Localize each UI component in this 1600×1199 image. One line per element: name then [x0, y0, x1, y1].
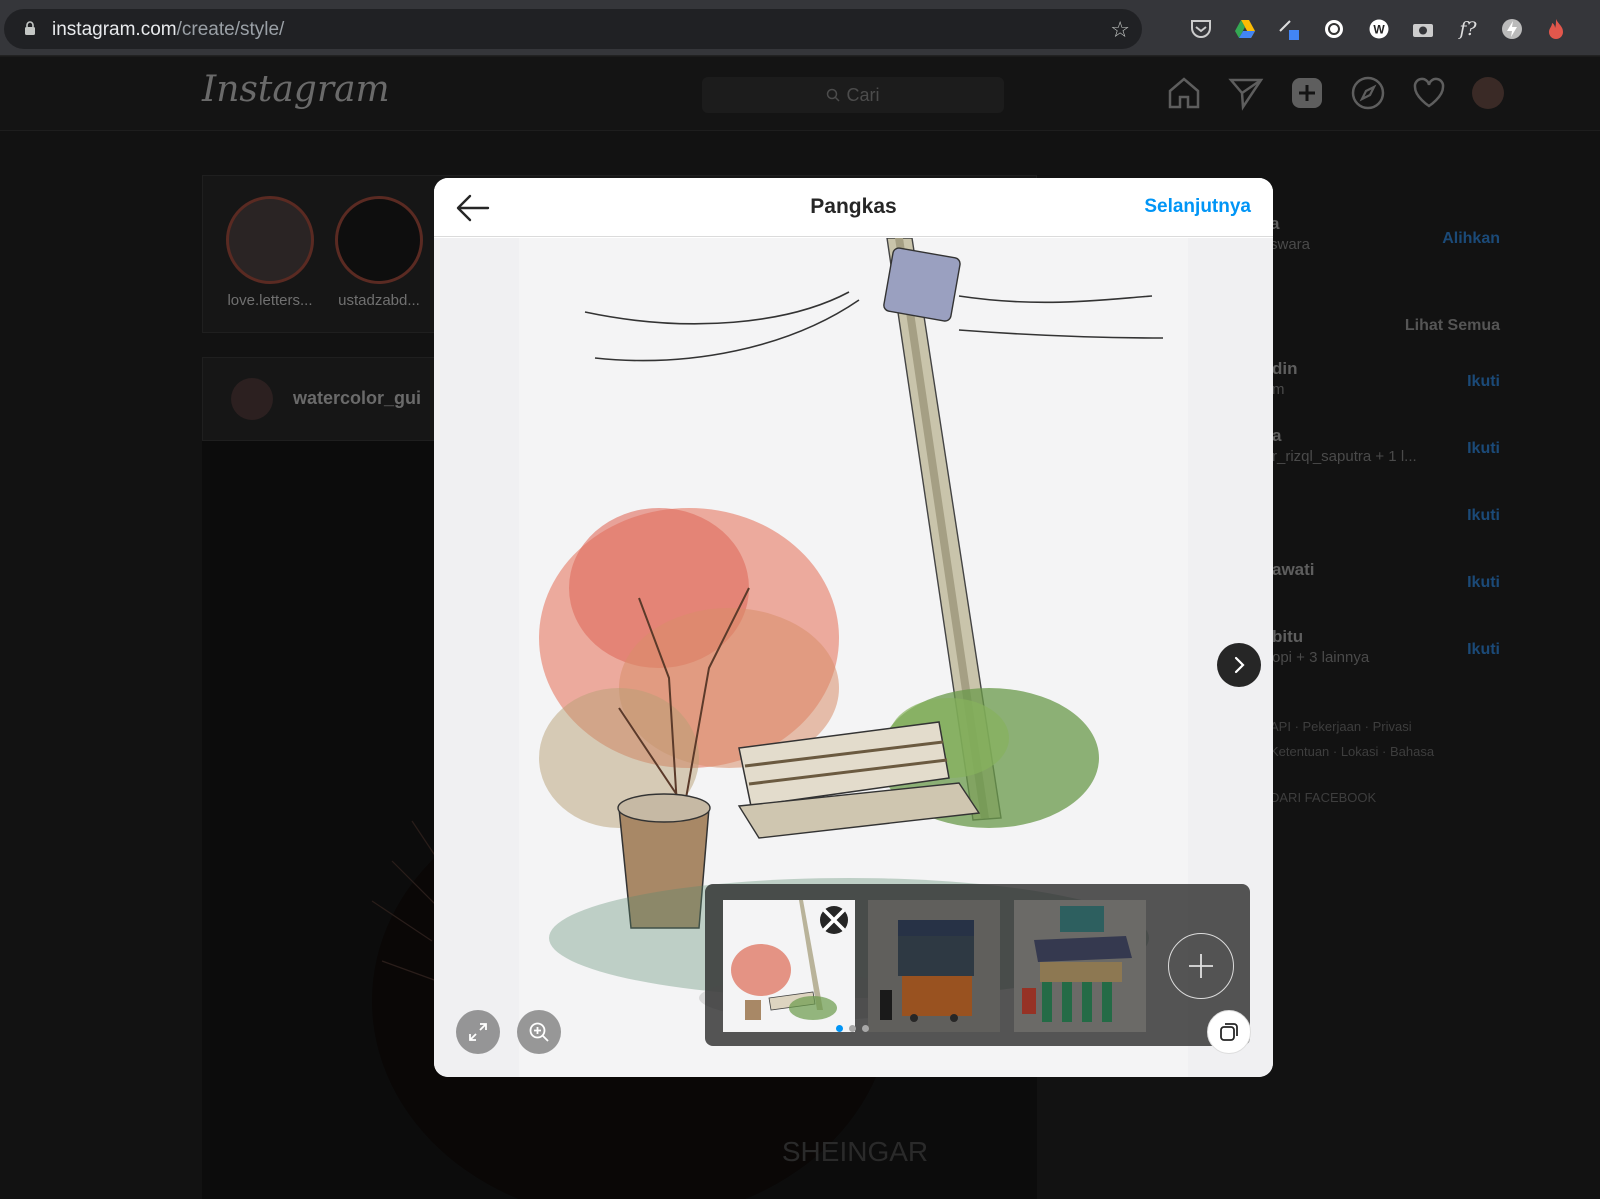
instagram-header: Instagram Cari: [0, 57, 1600, 131]
next-image-button[interactable]: [1217, 643, 1261, 687]
suggestion-sub: m: [1272, 381, 1285, 398]
footer-copyright: DARI FACEBOOK: [1270, 790, 1377, 805]
direct-message-icon[interactable]: [1228, 75, 1264, 111]
footer-links: Ketentuan · Lokasi · Bahasa: [1270, 744, 1435, 759]
lock-icon: [25, 21, 35, 35]
follow-button[interactable]: Ikuti: [1467, 641, 1500, 659]
story-avatar: [226, 196, 314, 284]
post-avatar[interactable]: [231, 378, 273, 420]
expand-icon: [469, 1023, 487, 1041]
story-item[interactable]: ustadzabd...: [334, 196, 424, 309]
url-path: /create/style/: [176, 19, 285, 40]
follow-button[interactable]: Ikuti: [1467, 440, 1500, 458]
bookmark-star-icon[interactable]: ☆: [1110, 17, 1130, 43]
close-icon: [822, 908, 846, 932]
slide-dot-active: [836, 1025, 843, 1032]
eyedropper-icon[interactable]: [1276, 16, 1302, 42]
post-watermark: SHEINGAR: [782, 1136, 928, 1167]
svg-text:W: W: [1373, 23, 1385, 37]
fire-icon[interactable]: [1543, 16, 1569, 42]
suggestion-name: a: [1272, 426, 1282, 445]
thumbnail-overlay: [868, 900, 1000, 1032]
bolt-icon[interactable]: [1499, 16, 1525, 42]
thumbnail-overlay: [1014, 900, 1146, 1032]
suggestion-item: bitu opi + 3 lainnya Ikuti: [1240, 627, 1500, 667]
suggestion-sub: r_rizql_saputra + 1 l...: [1272, 448, 1417, 465]
footer-links: API · Pekerjaan · Privasi: [1270, 719, 1412, 734]
multi-select-tray: [705, 884, 1250, 1046]
follow-button[interactable]: Ikuti: [1467, 507, 1500, 525]
instagram-logo[interactable]: Instagram: [202, 69, 390, 110]
camera-icon[interactable]: [1410, 16, 1436, 42]
post-username[interactable]: watercolor_gui: [293, 388, 421, 409]
story-avatar: [335, 196, 423, 284]
url-text: instagram.com/create/style/: [52, 19, 284, 41]
follow-button[interactable]: Ikuti: [1467, 574, 1500, 592]
ext-icon[interactable]: [1321, 16, 1347, 42]
add-image-button[interactable]: [1168, 933, 1234, 999]
story-name: love.letters...: [227, 292, 313, 309]
suggestions-header: Lihat Semua: [1240, 309, 1500, 349]
slide-dot: [862, 1025, 869, 1032]
new-post-icon[interactable]: [1289, 75, 1325, 111]
suggestion-item: din m Ikuti: [1240, 359, 1500, 399]
aspect-ratio-button[interactable]: [456, 1010, 500, 1054]
pocket-icon[interactable]: [1188, 16, 1214, 42]
browser-toolbar: instagram.com/create/style/ ☆ W f?: [0, 0, 1600, 56]
slide-dot: [849, 1025, 856, 1032]
suggestion-name: awati: [1272, 560, 1315, 579]
profile-avatar[interactable]: [1472, 77, 1504, 109]
suggestion-name: din: [1272, 359, 1298, 378]
thumbnail-2[interactable]: [868, 900, 1000, 1032]
home-icon[interactable]: [1166, 75, 1202, 111]
google-drive-icon[interactable]: [1232, 16, 1258, 42]
suggestion-item: Ikuti: [1240, 493, 1500, 533]
suggestion-item: awati Ikuti: [1240, 560, 1500, 600]
search-placeholder: Cari: [846, 84, 880, 105]
url-host: instagram.com: [52, 19, 177, 40]
modal-header: Pangkas Selanjutnya: [434, 178, 1273, 237]
wordpress-icon[interactable]: W: [1366, 16, 1392, 42]
switch-link[interactable]: Alihkan: [1442, 230, 1500, 248]
crop-canvas[interactable]: [434, 238, 1273, 1077]
profile-sub: swara: [1270, 236, 1311, 253]
slide-indicator: [836, 1025, 869, 1032]
explore-icon[interactable]: [1350, 75, 1386, 111]
suggestion-name: bitu: [1272, 627, 1304, 646]
address-bar[interactable]: instagram.com/create/style/ ☆: [4, 9, 1142, 49]
search-icon: [827, 88, 841, 102]
story-name: ustadzabd...: [338, 292, 420, 309]
story-item[interactable]: love.letters...: [225, 196, 315, 309]
zoom-button[interactable]: [517, 1010, 561, 1054]
thumbnail-1[interactable]: [723, 900, 855, 1032]
chevron-right-icon: [1234, 656, 1245, 674]
font-finder-icon[interactable]: f?: [1455, 16, 1481, 42]
stack-icon: [1220, 1023, 1238, 1041]
sidebar-profile: a swara Alihkan: [1240, 214, 1500, 254]
create-post-modal: Pangkas Selanjutnya: [434, 178, 1273, 1077]
search-box[interactable]: Cari: [702, 77, 1004, 113]
remove-image-button[interactable]: [820, 906, 848, 934]
plus-icon: [1189, 954, 1213, 978]
see-all-link[interactable]: Lihat Semua: [1405, 317, 1500, 335]
suggestion-item: a r_rizql_saputra + 1 l... Ikuti: [1240, 426, 1500, 466]
suggestion-sub: opi + 3 lainnya: [1272, 649, 1370, 666]
follow-button[interactable]: Ikuti: [1467, 373, 1500, 391]
next-button[interactable]: Selanjutnya: [1144, 196, 1251, 218]
multi-select-button[interactable]: [1207, 1010, 1251, 1054]
zoom-in-icon: [529, 1022, 549, 1042]
thumbnail-3[interactable]: [1014, 900, 1146, 1032]
heart-icon[interactable]: [1411, 75, 1447, 111]
